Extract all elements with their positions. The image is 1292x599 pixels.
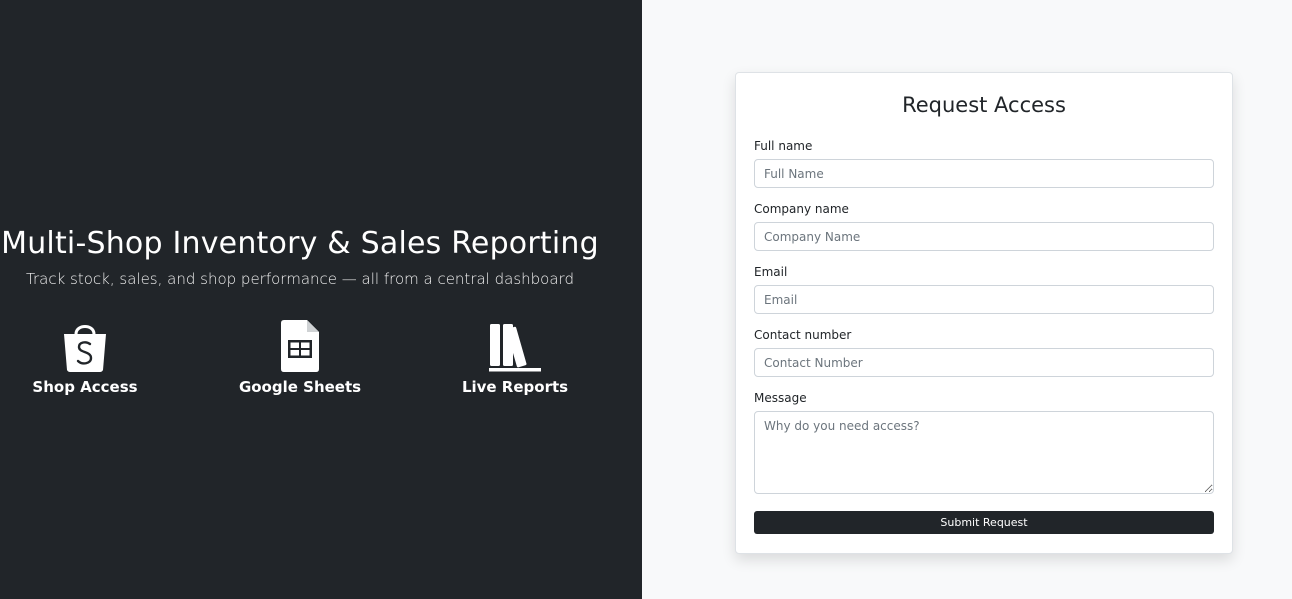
feature-google-sheets: Google Sheets bbox=[239, 318, 361, 396]
shopping-bag-icon bbox=[62, 318, 108, 372]
request-access-form: Request Access Full name Company name Em… bbox=[735, 72, 1233, 554]
spreadsheet-icon bbox=[281, 318, 319, 372]
form-panel: Request Access Full name Company name Em… bbox=[642, 0, 1292, 599]
hero-title: Multi-Shop Inventory & Sales Reporting bbox=[1, 226, 599, 261]
email-label: Email bbox=[754, 265, 788, 279]
email-input[interactable] bbox=[754, 285, 1214, 314]
company-name-group: Company name bbox=[754, 202, 1214, 251]
hero-subtitle: Track stock, sales, and shop performance… bbox=[26, 270, 574, 288]
full-name-input[interactable] bbox=[754, 159, 1214, 188]
form-title: Request Access bbox=[902, 93, 1066, 117]
feature-shop-access: Shop Access bbox=[32, 318, 138, 396]
email-group: Email bbox=[754, 265, 1214, 314]
message-group: Message bbox=[754, 391, 1214, 499]
feature-live-reports: Live Reports bbox=[462, 318, 568, 396]
feature-label: Shop Access bbox=[32, 378, 138, 396]
feature-label: Live Reports bbox=[461, 378, 569, 396]
feature-label: Google Sheets bbox=[238, 378, 362, 396]
contact-number-label: Contact number bbox=[754, 328, 852, 342]
submit-request-button[interactable]: Submit Request bbox=[754, 511, 1214, 534]
message-textarea[interactable] bbox=[754, 411, 1214, 494]
company-name-input[interactable] bbox=[754, 222, 1214, 251]
company-name-label: Company name bbox=[754, 202, 849, 216]
feature-list: Shop Access Google Sheets Live Reports bbox=[0, 318, 600, 396]
contact-number-input[interactable] bbox=[754, 348, 1214, 377]
books-icon bbox=[489, 318, 541, 372]
contact-number-group: Contact number bbox=[754, 328, 1214, 377]
message-label: Message bbox=[754, 391, 807, 405]
full-name-group: Full name bbox=[754, 139, 1214, 188]
full-name-label: Full name bbox=[754, 139, 813, 153]
hero-panel: Multi-Shop Inventory & Sales Reporting T… bbox=[0, 0, 642, 599]
